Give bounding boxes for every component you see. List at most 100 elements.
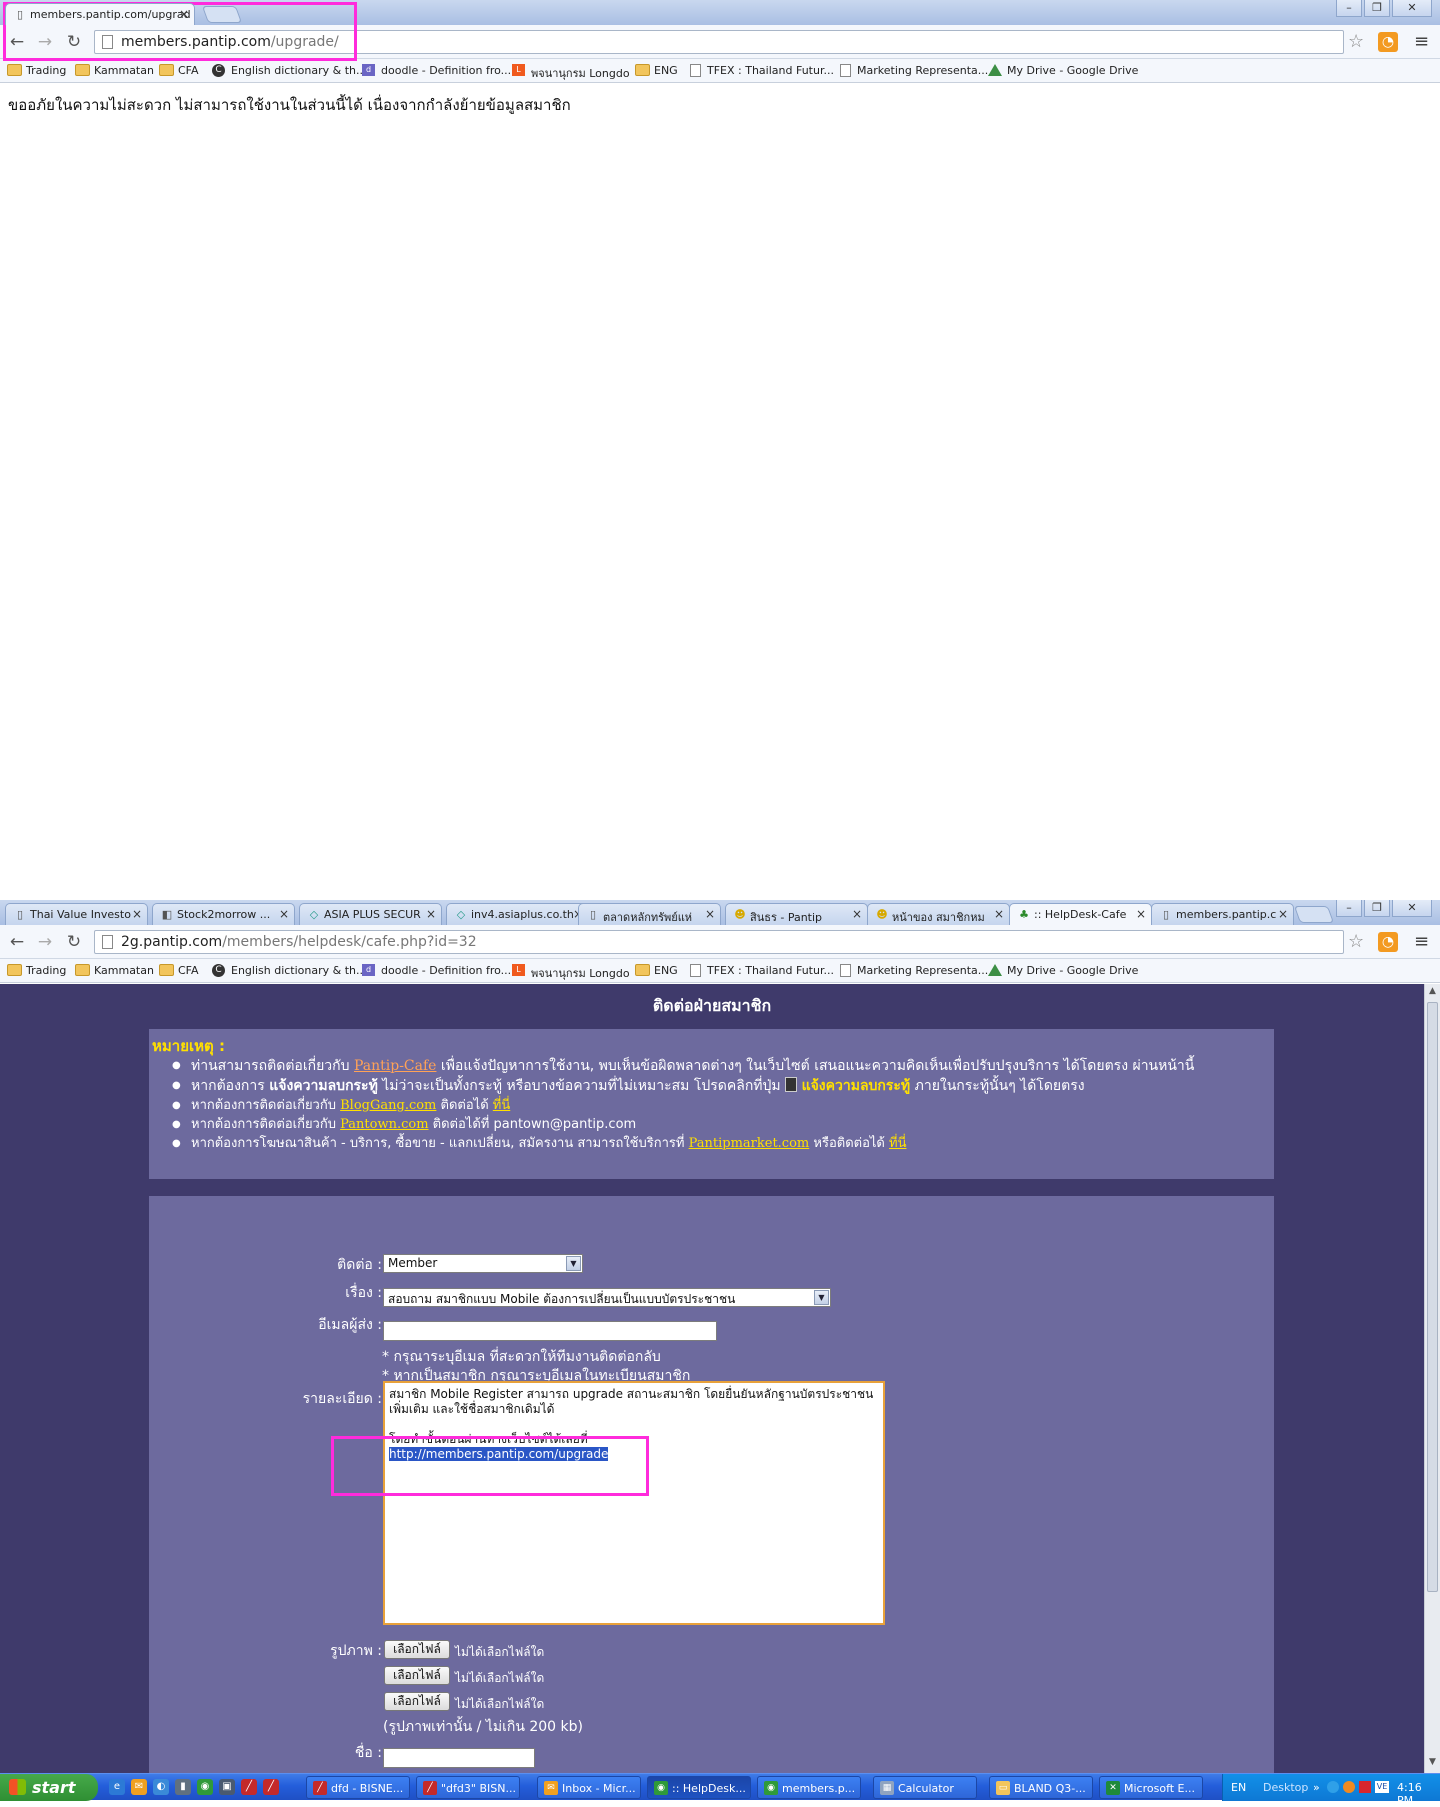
app-icon[interactable]: ▮ bbox=[175, 1779, 191, 1795]
chart-app-icon[interactable]: ╱ bbox=[241, 1779, 257, 1795]
bookmark-trading[interactable]: Trading bbox=[7, 64, 66, 77]
rss-icon[interactable]: ◔ bbox=[1378, 32, 1398, 52]
rss-icon[interactable]: ◔ bbox=[1378, 932, 1398, 952]
new-tab-button[interactable] bbox=[1293, 906, 1335, 923]
bookmark-google-drive[interactable]: My Drive - Google Drive bbox=[988, 64, 1138, 77]
bookmark-kammatan[interactable]: Kammatan bbox=[75, 64, 154, 77]
close-icon[interactable]: × bbox=[994, 907, 1004, 921]
minimize-button[interactable]: – bbox=[1336, 0, 1362, 17]
tab-set[interactable]: ▯ ตลาดหลักทรัพย์แห่ × bbox=[578, 903, 721, 925]
bookmark-doodle[interactable]: d doodle - Definition fro... bbox=[362, 964, 511, 977]
taskbar-item[interactable]: ▭ BLAND Q3-... bbox=[989, 1776, 1093, 1799]
bookmark-tfex[interactable]: TFEX : Thailand Futur... bbox=[688, 64, 834, 77]
menu-icon[interactable]: ≡ bbox=[1414, 931, 1429, 952]
explorer-icon[interactable]: ◐ bbox=[153, 1779, 169, 1795]
reload-icon[interactable]: ↻ bbox=[63, 932, 85, 952]
bookmark-english-dictionary[interactable]: C English dictionary & th... bbox=[212, 64, 367, 77]
bookmark-star-icon[interactable]: ☆ bbox=[1348, 31, 1364, 52]
bloggang-link[interactable]: BlogGang.com bbox=[340, 1098, 436, 1113]
file-choose-button-2[interactable]: เลือกไฟล์ bbox=[384, 1666, 450, 1685]
tab-sinthorn-pantip[interactable]: ☻ สินธร - Pantip × bbox=[725, 903, 868, 925]
bookmark-eng[interactable]: ENG bbox=[635, 964, 678, 977]
chevron-double-icon[interactable]: » bbox=[1313, 1781, 1320, 1794]
desktop-toolbar[interactable]: Desktop bbox=[1263, 1781, 1308, 1794]
bookmark-cfa[interactable]: CFA bbox=[159, 64, 199, 77]
file-choose-button-3[interactable]: เลือกไฟล์ bbox=[384, 1692, 450, 1711]
contact-select[interactable]: Member ▼ bbox=[383, 1254, 583, 1273]
app-icon[interactable]: ▣ bbox=[219, 1779, 235, 1795]
vertical-scrollbar[interactable]: ▲ ▼ bbox=[1424, 984, 1440, 1773]
taskbar-item[interactable]: ▦ Calculator bbox=[873, 1776, 977, 1799]
chrome-icon[interactable]: ◉ bbox=[197, 1779, 213, 1795]
tab-helpdesk-cafe[interactable]: ♣:: HelpDesk-Cafe × bbox=[1009, 903, 1152, 925]
tab-members-pantip[interactable]: ▯ members.pantip.c × bbox=[1151, 903, 1294, 925]
tray-icon[interactable] bbox=[1343, 1781, 1355, 1793]
file-choose-button-1[interactable]: เลือกไฟล์ bbox=[384, 1640, 450, 1659]
minimize-button[interactable]: – bbox=[1336, 900, 1362, 917]
scroll-up-icon[interactable]: ▲ bbox=[1427, 986, 1438, 1000]
tray-icon[interactable] bbox=[1359, 1781, 1371, 1793]
close-window-button[interactable]: ✕ bbox=[1392, 900, 1432, 917]
close-icon[interactable]: × bbox=[1278, 907, 1288, 921]
bookmark-longdo[interactable]: L พจนานุกรม Longdo bbox=[512, 964, 630, 982]
taskbar-item[interactable]: ✕ Microsoft E... bbox=[1099, 1776, 1203, 1799]
bookmark-doodle[interactable]: d doodle - Definition fro... bbox=[362, 64, 511, 77]
bookmark-google-drive[interactable]: My Drive - Google Drive bbox=[988, 964, 1138, 977]
bookmark-eng[interactable]: ENG bbox=[635, 64, 678, 77]
subject-select[interactable]: สอบถาม สมาชิกแบบ Mobile ต้องการเปลี่ยนเป… bbox=[383, 1288, 831, 1307]
language-indicator[interactable]: EN bbox=[1231, 1781, 1246, 1794]
scroll-down-icon[interactable]: ▼ bbox=[1427, 1757, 1438, 1771]
bookmark-star-icon[interactable]: ☆ bbox=[1348, 931, 1364, 952]
bloggang-here-link[interactable]: ที่นี่ bbox=[493, 1098, 510, 1113]
tab-asiaplus[interactable]: ◇ ASIA PLUS SECUR × bbox=[299, 903, 442, 925]
detail-textarea[interactable]: สมาชิก Mobile Register สามารถ upgrade สถ… bbox=[383, 1381, 885, 1625]
bookmark-kammatan[interactable]: Kammatan bbox=[75, 964, 154, 977]
tray-icon[interactable] bbox=[1327, 1781, 1339, 1793]
email-field[interactable] bbox=[383, 1321, 717, 1341]
address-bar[interactable]: 2g.pantip.com/members/helpdesk/cafe.php?… bbox=[94, 930, 1344, 954]
close-icon[interactable]: × bbox=[705, 907, 715, 921]
pantip-cafe-link[interactable]: Pantip-Cafe bbox=[354, 1058, 436, 1074]
tab-stock2morrow[interactable]: ◧ Stock2morrow ... × bbox=[152, 903, 295, 925]
tab-inv4-asiaplus[interactable]: ◇inv4.asiaplus.co.th× bbox=[446, 903, 589, 925]
bookmark-trading[interactable]: Trading bbox=[7, 964, 66, 977]
folder-icon bbox=[159, 964, 174, 976]
tab-thai-value[interactable]: ▯ Thai Value Investo × bbox=[5, 903, 148, 925]
restore-button[interactable]: ❐ bbox=[1364, 900, 1390, 917]
close-icon[interactable]: × bbox=[279, 907, 289, 921]
taskbar-item[interactable]: ◉:: HelpDesk... bbox=[647, 1776, 751, 1799]
name-field[interactable] bbox=[383, 1748, 535, 1768]
close-window-button[interactable]: ✕ bbox=[1392, 0, 1432, 17]
close-icon[interactable]: × bbox=[852, 907, 862, 921]
menu-icon[interactable]: ≡ bbox=[1414, 31, 1429, 52]
taskbar-item[interactable]: ✉ Inbox - Micr... bbox=[537, 1776, 641, 1799]
pantipmarket-here-link[interactable]: ที่นี่ bbox=[889, 1136, 906, 1151]
mail-icon[interactable]: ✉ bbox=[131, 1779, 147, 1795]
forward-arrow-icon[interactable]: → bbox=[34, 932, 56, 952]
ie-icon[interactable]: e bbox=[109, 1779, 125, 1795]
pantown-link[interactable]: Pantown.com bbox=[340, 1117, 428, 1132]
pantipmarket-link[interactable]: Pantipmarket.com bbox=[689, 1136, 810, 1151]
tab-member-page[interactable]: ☻ หน้าของ สมาชิกหม × bbox=[867, 903, 1010, 925]
tab-members-upgrade[interactable]: ▯ members.pantip.com/upgrad × bbox=[5, 3, 195, 25]
start-button[interactable]: start bbox=[0, 1774, 98, 1801]
tab-title: members.pantip.com/upgrad bbox=[30, 8, 191, 21]
close-icon[interactable]: × bbox=[426, 907, 436, 921]
taskbar-item[interactable]: ╱ "dfd3" BISN... bbox=[416, 1776, 520, 1799]
taskbar-item[interactable]: ◉ members.p... bbox=[757, 1776, 861, 1799]
scroll-thumb[interactable] bbox=[1427, 1002, 1438, 1592]
bookmark-cfa[interactable]: CFA bbox=[159, 964, 199, 977]
bookmark-marketing[interactable]: Marketing Representa... bbox=[838, 64, 988, 77]
close-icon[interactable]: × bbox=[132, 907, 142, 921]
bookmark-tfex[interactable]: TFEX : Thailand Futur... bbox=[688, 964, 834, 977]
restore-button[interactable]: ❐ bbox=[1364, 0, 1390, 17]
chart-app-icon[interactable]: ╱ bbox=[263, 1779, 279, 1795]
taskbar-item[interactable]: ╱ dfd - BISNE... bbox=[306, 1776, 410, 1799]
bookmark-longdo[interactable]: L พจนานุกรม Longdo bbox=[512, 64, 630, 82]
bookmark-english-dictionary[interactable]: C English dictionary & th... bbox=[212, 964, 367, 977]
close-icon[interactable]: × bbox=[179, 7, 189, 21]
bookmark-marketing[interactable]: Marketing Representa... bbox=[838, 964, 988, 977]
tray-icon[interactable]: VE bbox=[1375, 1781, 1389, 1793]
close-icon[interactable]: × bbox=[1136, 907, 1146, 921]
back-arrow-icon[interactable]: ← bbox=[6, 932, 28, 952]
